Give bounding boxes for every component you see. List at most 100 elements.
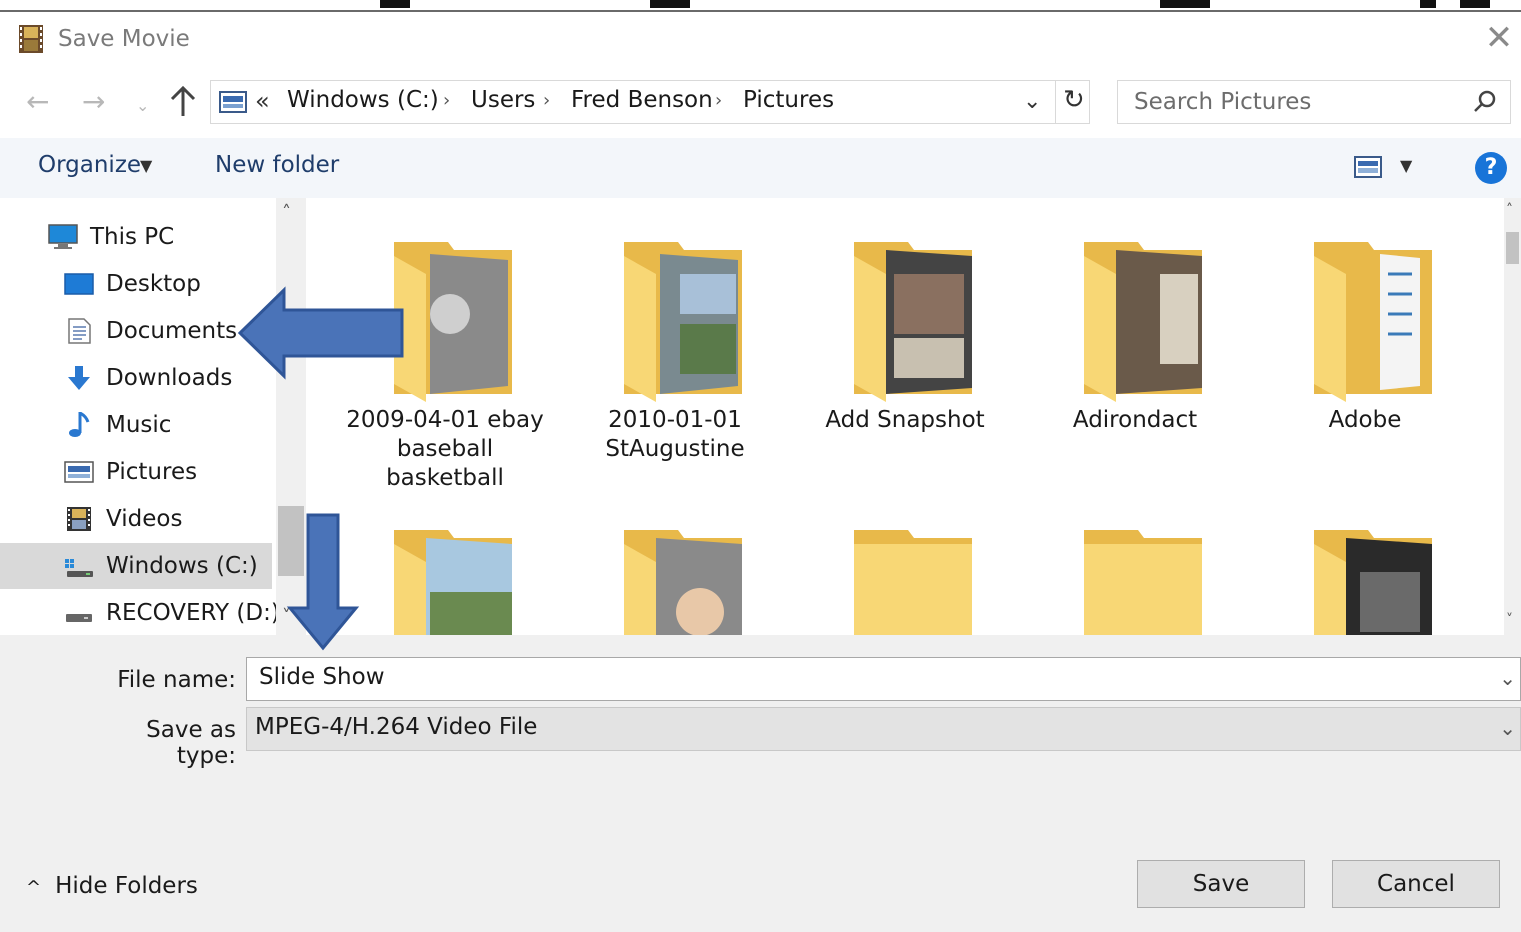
nav-item-recovery-d[interactable]: RECOVERY (D:) <box>0 590 280 635</box>
scroll-down-icon[interactable]: ˅ <box>1506 612 1513 628</box>
forward-arrow-icon[interactable]: → <box>82 86 105 118</box>
save-button[interactable]: Save <box>1137 860 1305 908</box>
chevron-down-icon[interactable]: ⌄ <box>1499 716 1516 740</box>
nav-item-label: Music <box>106 412 172 438</box>
scroll-up-icon[interactable]: ˄ <box>1506 202 1513 218</box>
folder-icon <box>1084 242 1202 402</box>
search-icon[interactable] <box>1472 89 1498 115</box>
folder-tile[interactable] <box>570 492 780 635</box>
download-icon <box>68 366 90 390</box>
folder-icon <box>624 530 742 635</box>
folder-tile[interactable] <box>340 492 550 635</box>
help-icon: ? <box>1484 155 1498 180</box>
close-icon: ✕ <box>1484 18 1514 58</box>
nav-item-label: Desktop <box>106 271 201 297</box>
cropped-top-strip <box>0 0 1521 12</box>
title-bar: Save Movie ✕ <box>0 12 1521 68</box>
organize-caret-icon[interactable]: ▼ <box>140 156 152 175</box>
folder-label: Add Snapshot <box>825 407 985 433</box>
folder-label: Adirondact <box>1072 407 1198 433</box>
folder-icon <box>624 242 742 402</box>
nav-item-label: RECOVERY (D:) <box>106 600 280 626</box>
nav-item-music[interactable]: Music <box>0 402 272 448</box>
view-options-icon[interactable] <box>1354 156 1382 178</box>
breadcrumb-pictures[interactable]: Pictures <box>743 87 834 113</box>
save-as-type-select[interactable]: MPEG-4/H.264 Video File ⌄ <box>246 707 1521 751</box>
pictures-icon <box>64 461 94 483</box>
nav-item-downloads[interactable]: Downloads <box>0 355 272 401</box>
breadcrumb-windows[interactable]: Windows (C:) <box>287 87 439 113</box>
address-overflow-chevron[interactable]: « <box>255 87 270 115</box>
folder-label: Adobe <box>1328 407 1402 433</box>
folder-tile[interactable]: 2010-01-01 StAugustine <box>570 204 780 504</box>
hide-folders-button[interactable]: ^ Hide Folders <box>26 873 198 899</box>
folder-view-scrollbar[interactable]: ˄ ˅ <box>1504 198 1521 635</box>
chevron-up-icon: ^ <box>26 877 42 898</box>
breadcrumb-users[interactable]: Users <box>471 87 535 113</box>
nav-item-documents[interactable]: Documents <box>0 308 272 354</box>
left-pointing-annotation-arrow <box>237 286 404 380</box>
nav-item-label: Videos <box>106 506 183 532</box>
organize-button[interactable]: Organize <box>38 152 141 178</box>
folder-tile[interactable] <box>1260 492 1470 635</box>
folder-icon <box>1314 242 1432 402</box>
scrollbar-thumb[interactable] <box>1506 232 1519 264</box>
folder-icon <box>1314 530 1432 635</box>
close-button[interactable]: ✕ <box>1479 18 1519 58</box>
help-button[interactable]: ? <box>1475 152 1507 184</box>
file-name-label: File name: <box>117 667 236 693</box>
breadcrumb-fred-benson[interactable]: Fred Benson <box>571 87 713 113</box>
drive-icon <box>65 559 93 577</box>
nav-item-windows-c[interactable]: Windows (C:) <box>0 543 272 589</box>
folder-tile[interactable]: Add Snapshot <box>800 204 1010 504</box>
save-as-type-label: Save as type: <box>146 717 236 769</box>
folder-label: 2010-01-01 StAugustine <box>605 407 745 462</box>
folder-tile[interactable]: Adobe <box>1260 204 1470 504</box>
nav-item-desktop[interactable]: Desktop <box>0 261 272 307</box>
folder-icon <box>1084 530 1202 635</box>
folder-label: 2009-04-01 ebay baseball basketball <box>346 407 544 491</box>
scroll-up-icon[interactable]: ˄ <box>282 202 291 223</box>
new-folder-button[interactable]: New folder <box>215 152 339 178</box>
nav-item-this-pc[interactable]: This PC <box>0 214 272 260</box>
view-caret-icon[interactable]: ▼ <box>1400 156 1412 175</box>
recent-locations-chevron-icon[interactable]: ⌄ <box>136 90 149 122</box>
nav-item-label: Documents <box>106 318 238 344</box>
folder-tile[interactable]: Adirondact <box>1030 204 1240 504</box>
up-arrow-icon[interactable] <box>168 84 198 120</box>
search-input[interactable]: Search Pictures <box>1134 89 1311 115</box>
nav-item-label: Downloads <box>106 365 233 391</box>
breadcrumb-separator[interactable]: › <box>543 90 550 111</box>
folder-icon <box>854 242 972 402</box>
folder-icon <box>394 530 512 635</box>
film-icon <box>67 507 91 531</box>
pictures-folder-icon <box>219 91 247 113</box>
folder-tile[interactable] <box>1030 492 1240 635</box>
nav-item-label: Windows (C:) <box>106 553 258 579</box>
back-arrow-icon[interactable]: ← <box>26 86 49 118</box>
nav-item-label: Pictures <box>106 459 198 485</box>
file-name-field[interactable]: Slide Show ⌄ <box>246 657 1521 701</box>
file-name-input[interactable]: Slide Show <box>259 664 385 690</box>
chevron-down-icon[interactable]: ⌄ <box>1499 666 1516 690</box>
save-as-type-value: MPEG-4/H.264 Video File <box>255 714 538 740</box>
nav-item-label: This PC <box>90 224 175 250</box>
folder-icon <box>854 530 972 635</box>
computer-icon <box>48 224 78 249</box>
search-box[interactable]: Search Pictures <box>1117 80 1511 124</box>
nav-item-videos[interactable]: Videos <box>0 496 272 542</box>
drive-icon <box>66 614 92 622</box>
address-bar[interactable]: « Windows (C:) › Users › Fred Benson › P… <box>210 80 1090 124</box>
folder-icon <box>394 242 512 402</box>
breadcrumb-separator[interactable]: › <box>443 90 450 111</box>
address-divider <box>1055 81 1056 123</box>
address-dropdown-chevron-icon[interactable]: ⌄ <box>1023 89 1041 114</box>
folder-tile[interactable] <box>800 492 1010 635</box>
down-pointing-annotation-arrow <box>286 513 360 651</box>
refresh-icon[interactable]: ↻ <box>1063 85 1085 115</box>
cancel-button[interactable]: Cancel <box>1332 860 1500 908</box>
navigation-pane: This PC Desktop Documents Downloads Musi… <box>0 198 306 635</box>
desktop-icon <box>64 273 94 295</box>
nav-item-pictures[interactable]: Pictures <box>0 449 272 495</box>
breadcrumb-separator[interactable]: › <box>715 90 722 111</box>
